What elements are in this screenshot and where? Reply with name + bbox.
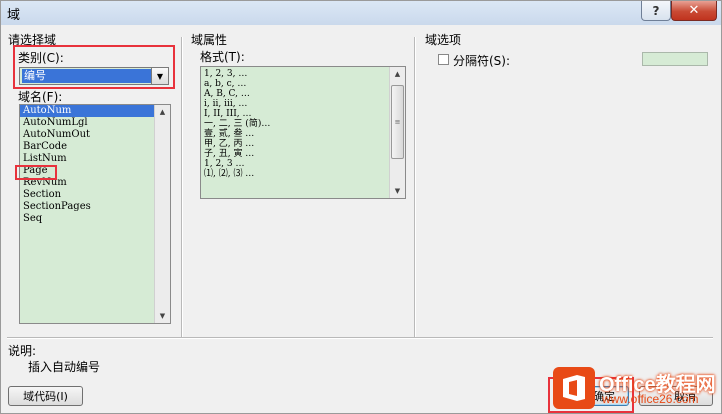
format-scrollbar[interactable]: ▲ ≡ ▼ (389, 67, 405, 198)
help-button[interactable]: ? (641, 1, 671, 21)
format-label: 格式(T): (200, 50, 245, 64)
format-item[interactable]: 一, 二, 三 (简)… (201, 119, 405, 129)
format-item[interactable]: a, b, c, … (201, 79, 405, 89)
field-codes-button[interactable]: 域代码(I) (8, 386, 83, 406)
format-item[interactable]: A, B, C, … (201, 89, 405, 99)
field-name-item[interactable]: AutoNum (20, 105, 170, 117)
field-name-item[interactable]: AutoNumLgl (20, 117, 170, 129)
field-name-item[interactable]: Seq (20, 213, 170, 225)
close-icon: ✕ (688, 3, 700, 18)
format-item[interactable]: 子, 丑, 寅 … (201, 149, 405, 159)
office-logo-icon (553, 367, 595, 409)
field-names-label: 域名(F): (18, 90, 63, 104)
format-item[interactable]: 1, 2, 3 … (201, 159, 405, 169)
description-label: 说明: (8, 344, 37, 358)
field-name-item[interactable]: BarCode (20, 141, 170, 153)
format-item[interactable]: 甲, 乙, 丙 … (201, 139, 405, 149)
help-icon: ? (652, 3, 660, 18)
field-name-item[interactable]: AutoNumOut (20, 129, 170, 141)
field-name-item[interactable]: ListNum (20, 153, 170, 165)
field-dialog: 域 ? ✕ 请选择域 类别(C): 编号 ▼ 域名(F): AutoNum Aut… (0, 0, 722, 414)
scroll-down-icon[interactable]: ▼ (390, 184, 405, 198)
scroll-thumb[interactable]: ≡ (391, 85, 404, 159)
window-title: 域 (7, 8, 21, 23)
title-bar: 域 ? ✕ (1, 1, 721, 25)
page-item-highlight-box (15, 165, 57, 180)
field-properties-section-title: 域属性 (191, 33, 228, 47)
scroll-up-icon[interactable]: ▲ (155, 105, 170, 119)
field-names-scrollbar[interactable]: ▲ ▼ (154, 105, 170, 323)
separator-checkbox[interactable] (438, 54, 449, 65)
separator-label: 分隔符(S): (453, 54, 511, 68)
field-names-listbox[interactable]: AutoNum AutoNumLgl AutoNumOut BarCode ListNu… (19, 104, 171, 324)
separator-input[interactable] (642, 52, 708, 66)
format-item[interactable]: i, ii, iii, … (201, 99, 405, 109)
category-highlight-box (13, 45, 175, 89)
field-name-item[interactable]: Section (20, 189, 170, 201)
close-button[interactable]: ✕ (671, 1, 717, 21)
right-divider (414, 37, 415, 337)
format-item[interactable]: 1, 2, 3, … (201, 69, 405, 79)
description-text: 插入自动编号 (28, 360, 101, 374)
format-items: 1, 2, 3, … a, b, c, … A, B, C, … i, ii, iii… (201, 67, 405, 179)
format-listbox[interactable]: 1, 2, 3, … a, b, c, … A, B, C, … i, ii, iii… (200, 66, 406, 199)
watermark-url: www.office26.com (602, 392, 699, 406)
format-item[interactable]: I, II, III, … (201, 109, 405, 119)
scroll-up-icon[interactable]: ▲ (390, 67, 405, 81)
format-item[interactable]: 壹, 贰, 叁 … (201, 129, 405, 139)
scroll-down-icon[interactable]: ▼ (155, 309, 170, 323)
field-options-section-title: 域选项 (425, 33, 462, 47)
format-item[interactable]: ⑴, ⑵, ⑶ … (201, 169, 405, 179)
description-divider (7, 337, 713, 338)
field-name-item[interactable]: SectionPages (20, 201, 170, 213)
left-divider (181, 37, 182, 337)
field-codes-button-label: 域代码(I) (23, 390, 68, 403)
